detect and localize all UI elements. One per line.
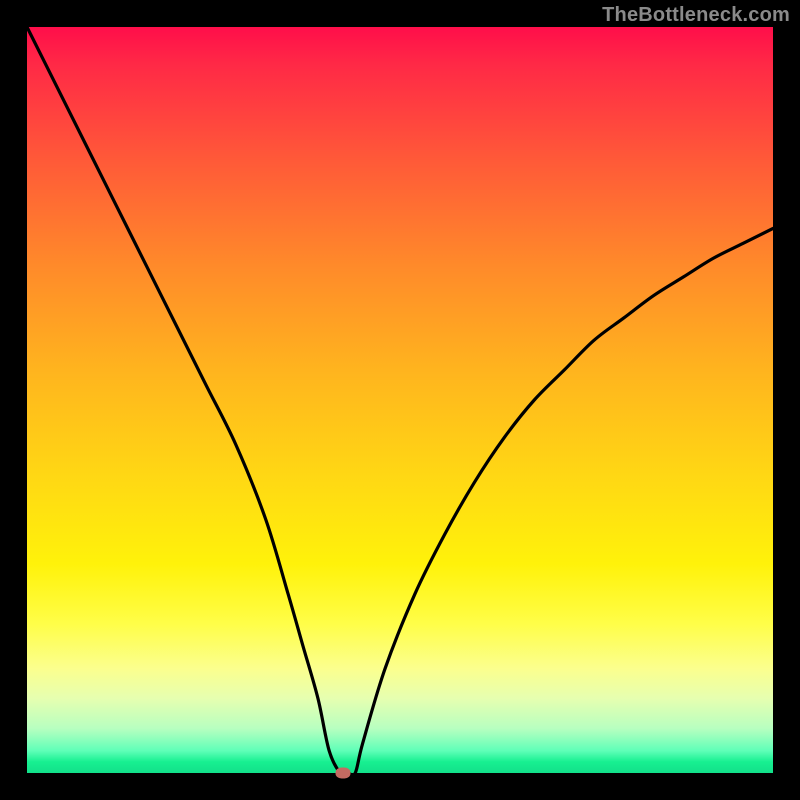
bottleneck-curve [27,27,773,773]
optimum-marker [335,768,350,779]
plot-area [27,27,773,773]
watermark-text: TheBottleneck.com [602,4,790,27]
chart-frame: TheBottleneck.com [0,0,800,800]
